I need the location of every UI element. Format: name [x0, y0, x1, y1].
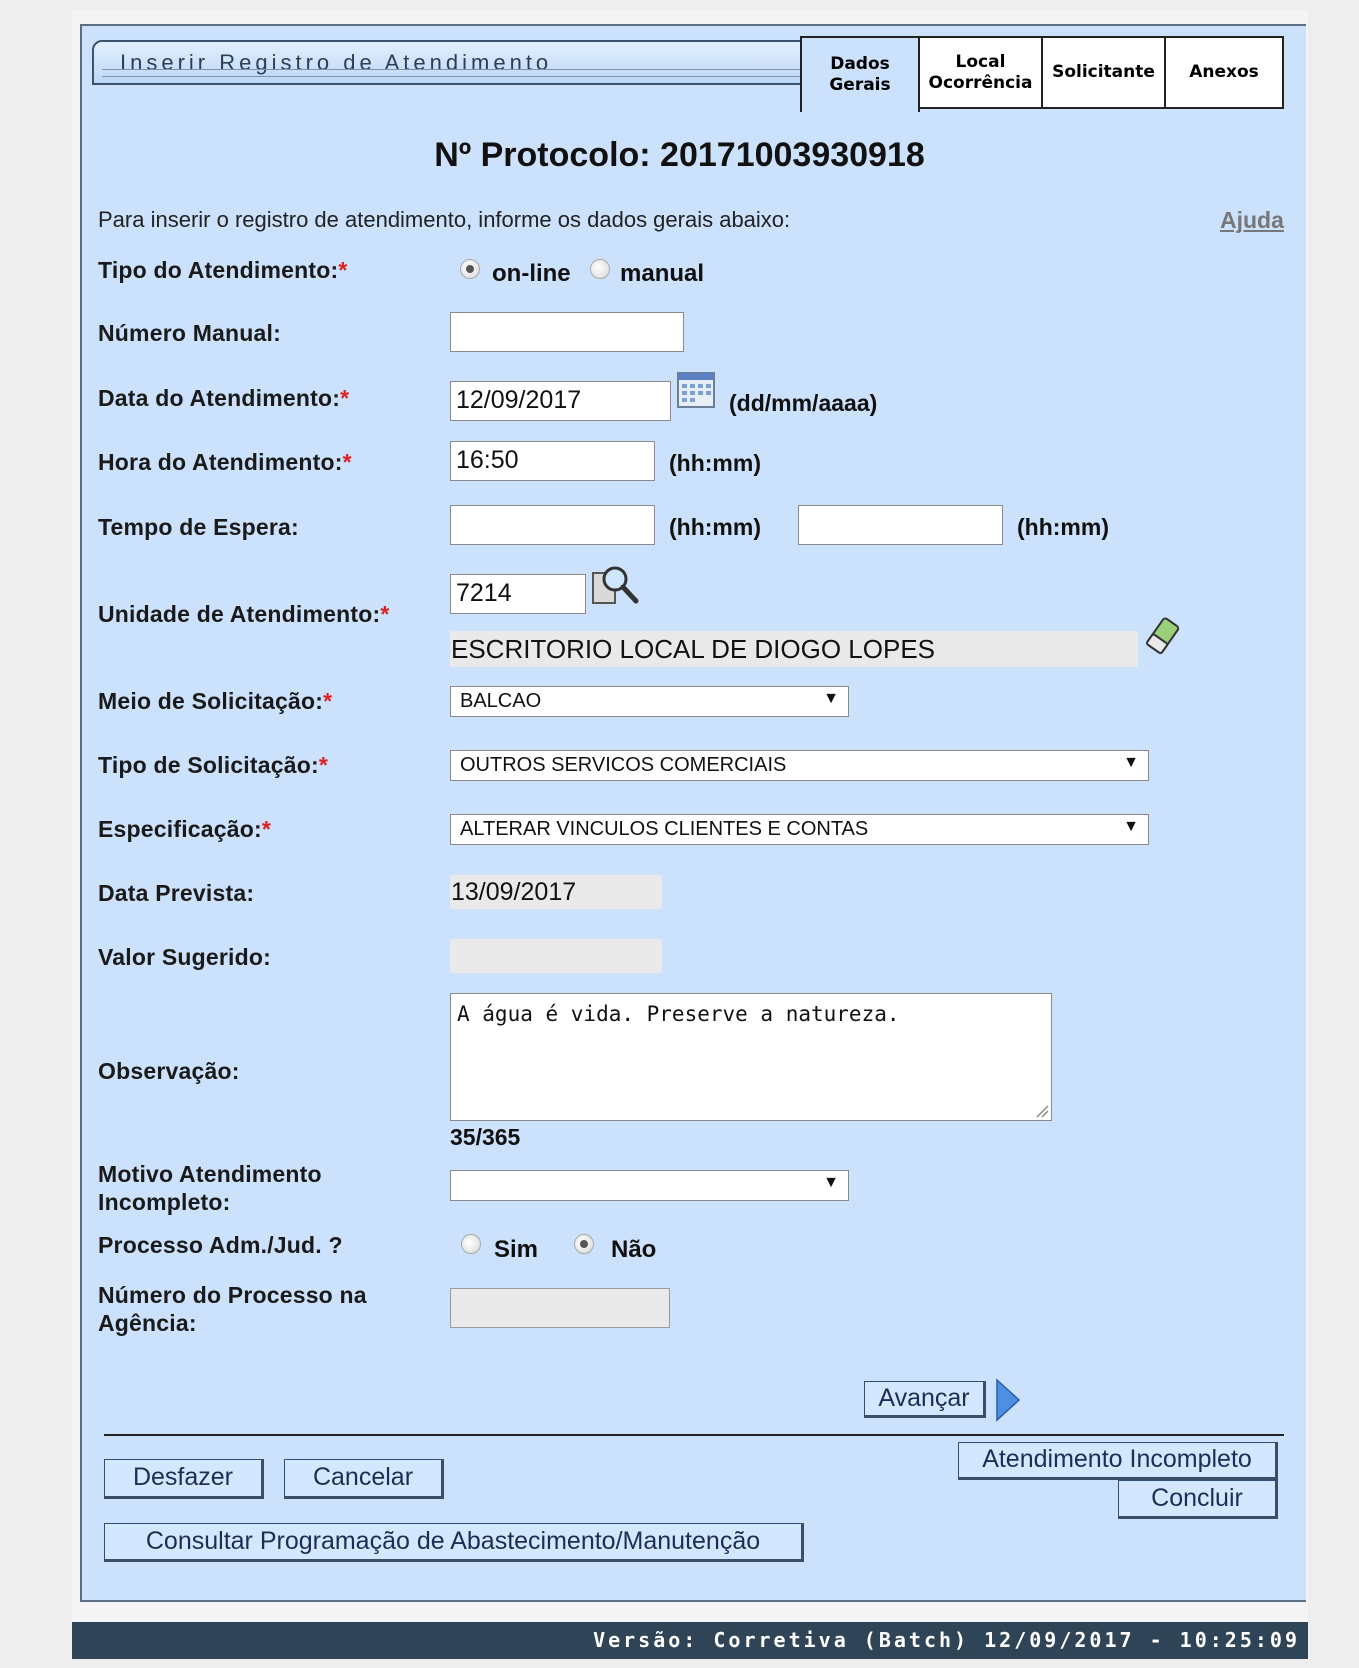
tipo-solicitacao-select[interactable]: OUTROS SERVICOS COMERCIAIS ▼	[450, 750, 1149, 781]
dropdown-arrow-icon: ▼	[823, 690, 839, 707]
data-prevista-label: Data Prevista:	[98, 880, 255, 906]
tipo-atendimento-label: Tipo do Atendimento:*	[98, 257, 348, 283]
tab-label: Solicitante	[1052, 62, 1155, 82]
tipo-solicitacao-value: OUTROS SERVICOS COMERCIAIS	[460, 754, 787, 776]
help-link[interactable]: Ajuda	[1220, 207, 1284, 234]
especificacao-select[interactable]: ALTERAR VINCULOS CLIENTES E CONTAS ▼	[450, 814, 1149, 845]
radio-online[interactable]	[460, 259, 480, 279]
tempo-espera-input-1[interactable]	[450, 505, 655, 545]
radio-nao[interactable]	[574, 1234, 594, 1254]
tab-solicitante[interactable]: Solicitante	[1041, 36, 1166, 109]
desfazer-button[interactable]: Desfazer	[104, 1459, 264, 1499]
radio-sim-label: Sim	[494, 1236, 539, 1263]
page-title: Inserir Registro de Atendimento	[92, 40, 805, 85]
data-atendimento-label: Data do Atendimento:*	[98, 385, 350, 411]
observacao-textarea[interactable]: A água é vida. Preserve a natureza.	[450, 993, 1052, 1121]
tempo-espera-hint-2: (hh:mm)	[1017, 514, 1109, 540]
observacao-counter: 35/365	[450, 1124, 521, 1150]
valor-sugerido-field	[450, 939, 662, 973]
tab-label-line1: Local	[955, 51, 1006, 72]
meio-solicitacao-select[interactable]: BALCAO ▼	[450, 686, 849, 717]
data-prevista-field: 13/09/2017	[450, 875, 662, 909]
tempo-espera-hint-1: (hh:mm)	[669, 514, 761, 540]
numero-processo-input	[450, 1288, 670, 1328]
tab-label: Anexos	[1189, 62, 1259, 82]
tempo-espera-input-2[interactable]	[798, 505, 1003, 545]
unidade-code-input[interactable]: 7214	[450, 574, 586, 614]
divider	[104, 1434, 1284, 1436]
numero-processo-label: Número do Processo na Agência:	[98, 1282, 367, 1336]
avancar-button[interactable]: Avançar	[864, 1381, 986, 1418]
tab-dados-gerais[interactable]: Dados Gerais	[800, 36, 920, 112]
radio-sim[interactable]	[461, 1234, 481, 1254]
dropdown-arrow-icon: ▼	[1123, 754, 1139, 771]
tab-label-line1: Dados	[830, 54, 890, 74]
numero-manual-label: Número Manual:	[98, 320, 281, 346]
meio-solicitacao-value: BALCAO	[460, 690, 542, 712]
radio-manual-label: manual	[620, 260, 705, 287]
dropdown-arrow-icon: ▼	[823, 1174, 839, 1191]
observacao-label: Observação:	[98, 1058, 240, 1084]
eraser-icon[interactable]	[1145, 616, 1181, 658]
search-icon[interactable]	[590, 563, 640, 607]
tab-anexos[interactable]: Anexos	[1164, 36, 1284, 109]
unidade-label: Unidade de Atendimento:*	[98, 601, 390, 627]
data-atendimento-input[interactable]: 12/09/2017	[450, 381, 671, 421]
numero-manual-input[interactable]	[450, 312, 684, 352]
atendimento-incompleto-button[interactable]: Atendimento Incompleto	[958, 1442, 1278, 1480]
concluir-button[interactable]: Concluir	[1118, 1480, 1278, 1519]
cancelar-button[interactable]: Cancelar	[284, 1459, 444, 1499]
observacao-text: A água é vida. Preserve a natureza.	[457, 1002, 900, 1026]
data-format-hint: (dd/mm/aaaa)	[729, 390, 878, 416]
protocol-number: Nº Protocolo: 20171003930918	[434, 136, 925, 174]
calendar-icon[interactable]	[677, 372, 715, 408]
tipo-solicitacao-label: Tipo de Solicitação:*	[98, 752, 328, 778]
dropdown-arrow-icon: ▼	[1123, 818, 1139, 835]
tab-local-ocorrencia[interactable]: Local Ocorrência	[918, 36, 1043, 109]
meio-solicitacao-label: Meio de Solicitação:*	[98, 688, 333, 714]
radio-online-label: on-line	[492, 260, 571, 287]
motivo-incompleto-label: Motivo Atendimento Incompleto:	[98, 1161, 322, 1215]
motivo-incompleto-select[interactable]: ▼	[450, 1170, 849, 1201]
hora-atendimento-input[interactable]: 16:50	[450, 441, 655, 481]
especificacao-label: Especificação:*	[98, 816, 272, 842]
radio-manual[interactable]	[590, 259, 610, 279]
intro-text: Para inserir o registro de atendimento, …	[98, 207, 791, 232]
version-footer: Versão: Corretiva (Batch) 12/09/2017 - 1…	[72, 1622, 1308, 1659]
consultar-programacao-button[interactable]: Consultar Programação de Abastecimento/M…	[104, 1523, 804, 1562]
hora-format-hint: (hh:mm)	[669, 450, 761, 476]
especificacao-value: ALTERAR VINCULOS CLIENTES E CONTAS	[460, 818, 869, 840]
tab-label-line2: Ocorrência	[928, 72, 1033, 93]
valor-sugerido-label: Valor Sugerido:	[98, 944, 271, 970]
processo-adm-label: Processo Adm./Jud. ?	[98, 1232, 343, 1258]
resize-grip-icon[interactable]	[1035, 1104, 1049, 1118]
tab-label-line2: Gerais	[829, 75, 891, 95]
arrow-right-icon[interactable]	[995, 1378, 1021, 1422]
tempo-espera-label: Tempo de Espera:	[98, 514, 299, 540]
hora-atendimento-label: Hora do Atendimento:*	[98, 449, 352, 475]
unidade-name-field: ESCRITORIO LOCAL DE DIOGO LOPES	[450, 631, 1138, 667]
radio-nao-label: Não	[611, 1236, 657, 1263]
